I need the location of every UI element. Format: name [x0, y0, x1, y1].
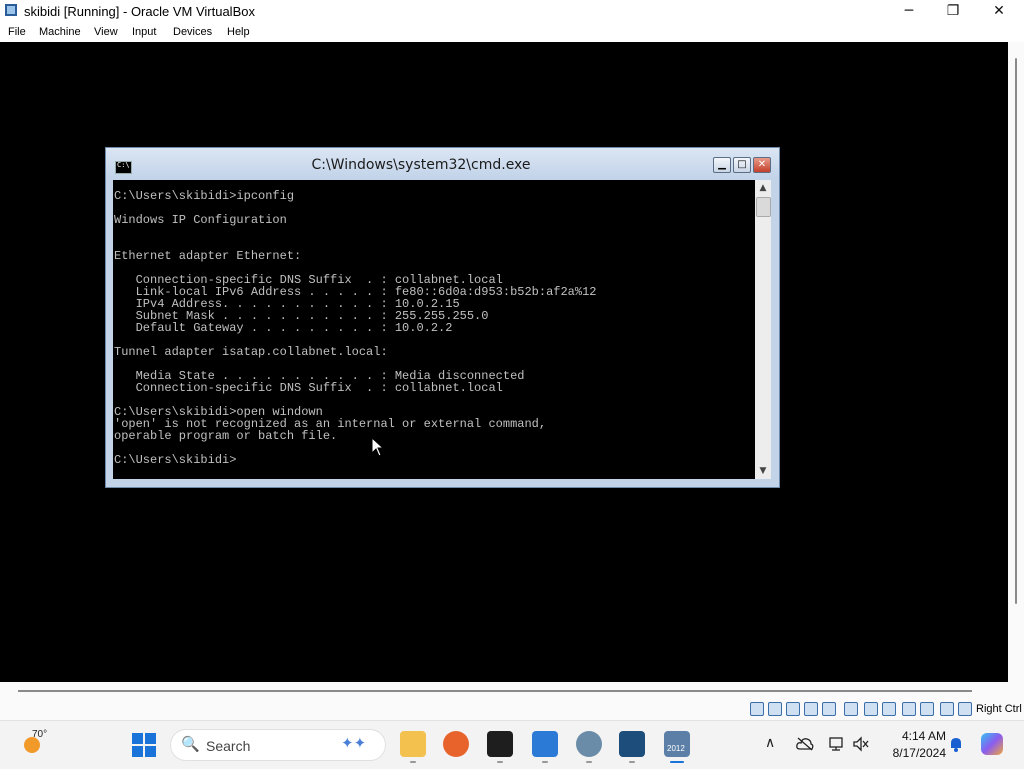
usb-icon[interactable] — [844, 702, 858, 716]
settings-app-indicator — [586, 761, 592, 763]
terminal-icon[interactable] — [487, 731, 513, 757]
notepad-indicator — [542, 761, 548, 763]
copilot-icon[interactable] — [981, 733, 1003, 755]
cmd-scroll-thumb[interactable] — [756, 197, 771, 217]
settings-app-icon[interactable] — [576, 731, 602, 757]
host-key-label: Right Ctrl — [976, 703, 1022, 715]
hard-disk-icon[interactable] — [750, 702, 764, 716]
window-title: skibidi [Running] - Oracle VM VirtualBox — [24, 4, 255, 19]
maximize-button[interactable]: ❐ — [930, 0, 976, 24]
search-label: Search — [206, 738, 251, 754]
cmd-title: C:\Windows\system32\cmd.exe — [311, 157, 531, 173]
network-icon[interactable] — [822, 702, 836, 716]
terminal-indicator — [497, 761, 503, 763]
title-bar: skibidi [Running] - Oracle VM VirtualBox… — [0, 0, 1024, 24]
console-text: C:\Users\skibidi>ipconfig Windows IP Con… — [114, 189, 597, 467]
cpu-icon[interactable] — [920, 702, 934, 716]
floppy-icon[interactable] — [786, 702, 800, 716]
notification-bell-icon[interactable] — [948, 735, 964, 753]
server-2012-indicator — [670, 761, 684, 763]
menu-view[interactable]: View — [94, 26, 118, 38]
vm-horizontal-scroll-thumb[interactable] — [18, 690, 972, 692]
cmd-close-button[interactable]: ✕ — [753, 157, 771, 173]
firefox-icon[interactable] — [443, 731, 469, 757]
sparkle-icon: ✦✦ — [341, 734, 367, 752]
network-status-icon[interactable] — [828, 736, 846, 752]
cmd-title-bar[interactable]: C:\ C:\Windows\system32\cmd.exe ▁ □ ✕ — [106, 148, 779, 179]
start-button[interactable] — [132, 733, 156, 757]
menu-input[interactable]: Input — [132, 26, 156, 38]
server-2012-icon[interactable]: 2012 — [664, 731, 690, 757]
clock-time[interactable]: 4:14 AM — [886, 729, 946, 743]
tray-chevron-icon[interactable]: ∧ — [765, 735, 775, 751]
cmd-minimize-button[interactable]: ▁ — [713, 157, 731, 173]
virtualbox-icon[interactable] — [619, 731, 645, 757]
scroll-down-icon[interactable]: ▼ — [755, 463, 771, 479]
menu-bar: File Machine View Input Devices Help — [0, 24, 1024, 42]
scroll-up-icon[interactable]: ▲ — [755, 180, 771, 196]
weather-temperature[interactable]: 70° — [32, 729, 47, 740]
display-icon[interactable] — [882, 702, 896, 716]
menu-file[interactable]: File — [8, 26, 26, 38]
menu-devices[interactable]: Devices — [173, 26, 212, 38]
cmd-scrollbar[interactable]: ▲ ▼ — [755, 180, 771, 479]
close-button[interactable]: ✕ — [976, 0, 1022, 24]
notepad-icon[interactable] — [532, 731, 558, 757]
virtualbox-app-icon — [5, 4, 17, 16]
mouse-integration-icon[interactable] — [940, 702, 954, 716]
shared-folders-icon[interactable] — [864, 702, 878, 716]
taskbar: 70° 🔍 Search ✦✦ 2012 ∧ 4:14 AM 8/17/2024 — [0, 720, 1024, 769]
cmd-window[interactable]: C:\ C:\Windows\system32\cmd.exe ▁ □ ✕ C:… — [105, 147, 780, 488]
vm-horizontal-scrollbar[interactable] — [0, 682, 1024, 700]
vm-status-bar: Right Ctrl — [0, 700, 1024, 720]
volume-muted-icon[interactable] — [852, 736, 870, 752]
keyboard-icon[interactable] — [958, 702, 972, 716]
file-explorer-icon[interactable] — [400, 731, 426, 757]
console-output[interactable]: C:\Users\skibidi>ipconfig Windows IP Con… — [113, 180, 755, 479]
recording-icon[interactable] — [902, 702, 916, 716]
cloud-offline-icon[interactable] — [796, 737, 814, 751]
audio-icon[interactable] — [804, 702, 818, 716]
menu-help[interactable]: Help — [227, 26, 250, 38]
menu-machine[interactable]: Machine — [39, 26, 81, 38]
optical-drive-icon[interactable] — [768, 702, 782, 716]
virtualbox-indicator — [629, 761, 635, 763]
vm-vertical-scrollbar[interactable] — [1008, 42, 1024, 682]
vm-vertical-scroll-thumb[interactable] — [1015, 58, 1017, 604]
clock-date[interactable]: 8/17/2024 — [880, 746, 946, 760]
file-explorer-indicator — [410, 761, 416, 763]
cmd-maximize-button[interactable]: □ — [733, 157, 751, 173]
server-2012-label: 2012 — [667, 744, 685, 753]
taskbar-search[interactable]: 🔍 Search ✦✦ — [170, 729, 386, 761]
minimize-button[interactable]: ─ — [886, 0, 932, 24]
mouse-cursor-icon — [371, 437, 385, 457]
search-icon: 🔍 — [181, 735, 200, 753]
